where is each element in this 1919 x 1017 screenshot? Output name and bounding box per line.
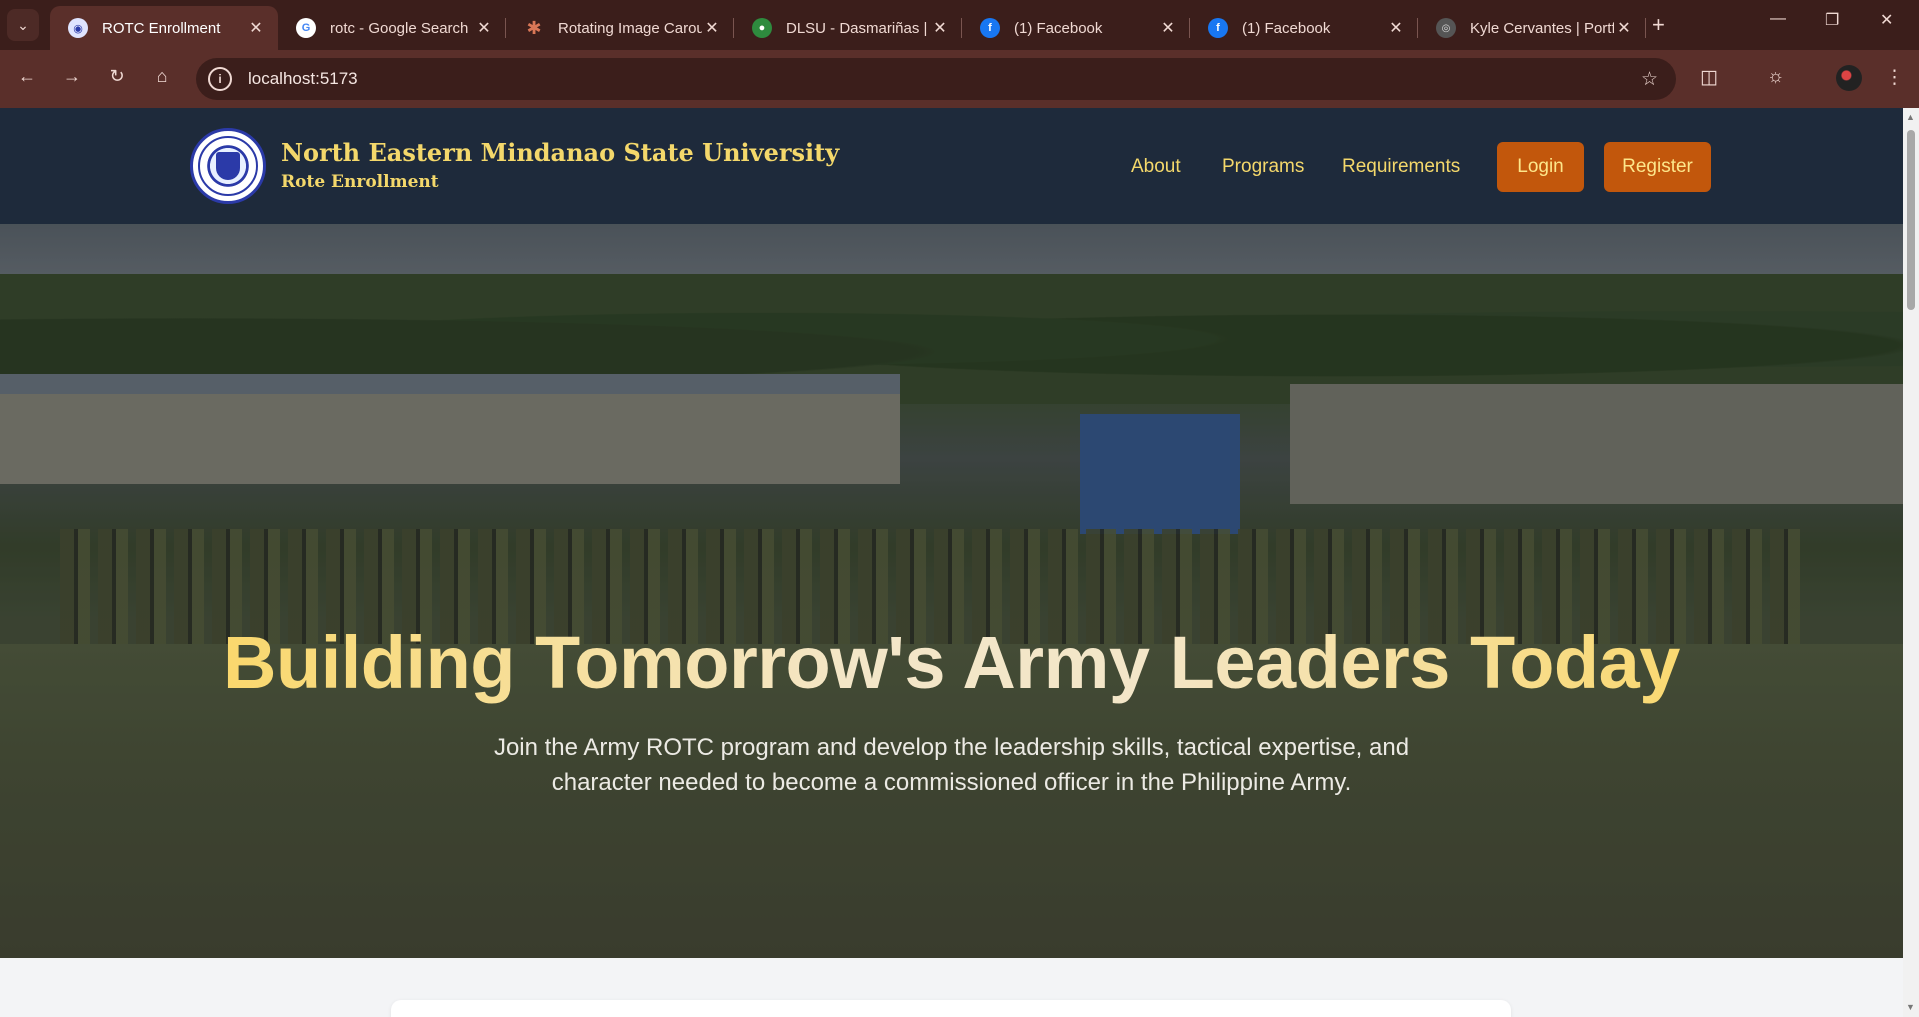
scroll-thumb[interactable] — [1907, 130, 1915, 310]
close-icon[interactable]: ✕ — [474, 18, 494, 38]
profile-avatar[interactable] — [1836, 65, 1862, 91]
tab-title: Kyle Cervantes | Portf — [1470, 19, 1614, 37]
new-tab-plus-icon[interactable]: + — [1652, 12, 1665, 38]
extensions-puzzle-icon[interactable]: ◫ — [1700, 66, 1718, 89]
brand-name: North Eastern Mindanao State University — [281, 138, 840, 167]
browser-tab-strip: ⌄ ◉ ROTC Enrollment ✕ G rotc - Google Se… — [0, 0, 1919, 50]
address-bar[interactable]: i localhost:5173 ☆ — [196, 58, 1676, 100]
brand-subtitle: Rote Enrollment — [281, 172, 439, 192]
tab-search-button[interactable]: ⌄ — [7, 9, 39, 41]
close-icon[interactable]: ✕ — [1614, 18, 1634, 38]
shield-favicon-icon: ◉ — [68, 18, 88, 38]
login-button[interactable]: Login — [1497, 142, 1584, 192]
home-icon[interactable]: ⌂ — [149, 66, 175, 87]
tab-title: (1) Facebook — [1242, 19, 1331, 37]
site-info-icon[interactable]: i — [208, 67, 232, 91]
window-close-icon[interactable]: ✕ — [1880, 10, 1893, 30]
close-icon[interactable]: ✕ — [1386, 18, 1406, 38]
hero-description: Join the Army ROTC program and develop t… — [493, 734, 1410, 796]
hero-title: Building Tomorrow's Army Leaders Today — [0, 620, 1903, 705]
browser-tab[interactable]: ◉ ROTC Enrollment ✕ — [50, 6, 278, 50]
nav-link-programs[interactable]: Programs — [1222, 156, 1304, 178]
more-menu-icon[interactable]: ⋮ — [1885, 66, 1904, 89]
restore-icon[interactable]: ❐ — [1825, 10, 1839, 30]
portfolio-favicon-icon: ◎ — [1436, 18, 1456, 38]
browser-tab[interactable]: f (1) Facebook ✕ — [1190, 6, 1418, 50]
chevron-down-icon: ⌄ — [17, 16, 29, 33]
tab-title: ROTC Enrollment — [102, 19, 221, 37]
register-button[interactable]: Register — [1604, 142, 1711, 192]
page-viewport: North Eastern Mindanao State University … — [0, 108, 1903, 1017]
tab-title: DLSU - Dasmariñas | — [786, 19, 928, 37]
university-seal-logo[interactable] — [190, 128, 266, 204]
minimize-icon[interactable]: — — [1770, 10, 1786, 28]
browser-tab[interactable]: f (1) Facebook ✕ — [962, 6, 1190, 50]
facebook-favicon-icon: f — [980, 18, 1000, 38]
scroll-up-arrow-icon[interactable]: ▲ — [1906, 112, 1915, 122]
back-arrow-icon[interactable]: ← — [14, 66, 40, 87]
site-header: North Eastern Mindanao State University … — [0, 108, 1903, 224]
url-text[interactable]: localhost:5173 — [248, 69, 358, 89]
close-icon[interactable]: ✕ — [702, 18, 722, 38]
dlsu-favicon-icon: ● — [752, 18, 772, 38]
hero-section: Building Tomorrow's Army Leaders Today J… — [0, 224, 1903, 958]
close-icon[interactable]: ✕ — [246, 18, 266, 38]
tab-title: (1) Facebook — [1014, 19, 1103, 37]
nav-link-about[interactable]: About — [1131, 156, 1181, 178]
facebook-favicon-icon: f — [1208, 18, 1228, 38]
reload-icon[interactable]: ↻ — [104, 66, 130, 87]
claude-favicon-icon: ✱ — [526, 17, 542, 38]
browser-tab[interactable]: ◎ Kyle Cervantes | Portf ✕ — [1418, 6, 1646, 50]
content-card — [391, 1000, 1511, 1017]
forward-arrow-icon[interactable]: → — [59, 66, 85, 87]
page-scrollbar[interactable]: ▲ ▼ — [1903, 108, 1919, 1017]
tab-title: Rotating Image Carou — [558, 19, 702, 37]
tab-list: ◉ ROTC Enrollment ✕ G rotc - Google Sear… — [50, 6, 1646, 50]
incognito-icon[interactable]: ☼ — [1767, 66, 1784, 88]
tab-title: rotc - Google Search — [330, 19, 469, 37]
bookmark-star-icon[interactable]: ☆ — [1641, 68, 1658, 91]
google-favicon-icon: G — [296, 18, 316, 38]
browser-tab[interactable]: ✱ Rotating Image Carou ✕ — [506, 6, 734, 50]
close-icon[interactable]: ✕ — [1158, 18, 1178, 38]
browser-tab[interactable]: G rotc - Google Search ✕ — [278, 6, 506, 50]
browser-tab[interactable]: ● DLSU - Dasmariñas | ✕ — [734, 6, 962, 50]
browser-toolbar: ← → ↻ ⌂ i localhost:5173 ☆ ◫ ☼ — [0, 50, 1919, 108]
close-icon[interactable]: ✕ — [930, 18, 950, 38]
nav-link-requirements[interactable]: Requirements — [1342, 156, 1460, 178]
scroll-down-arrow-icon[interactable]: ▼ — [1906, 1002, 1915, 1012]
